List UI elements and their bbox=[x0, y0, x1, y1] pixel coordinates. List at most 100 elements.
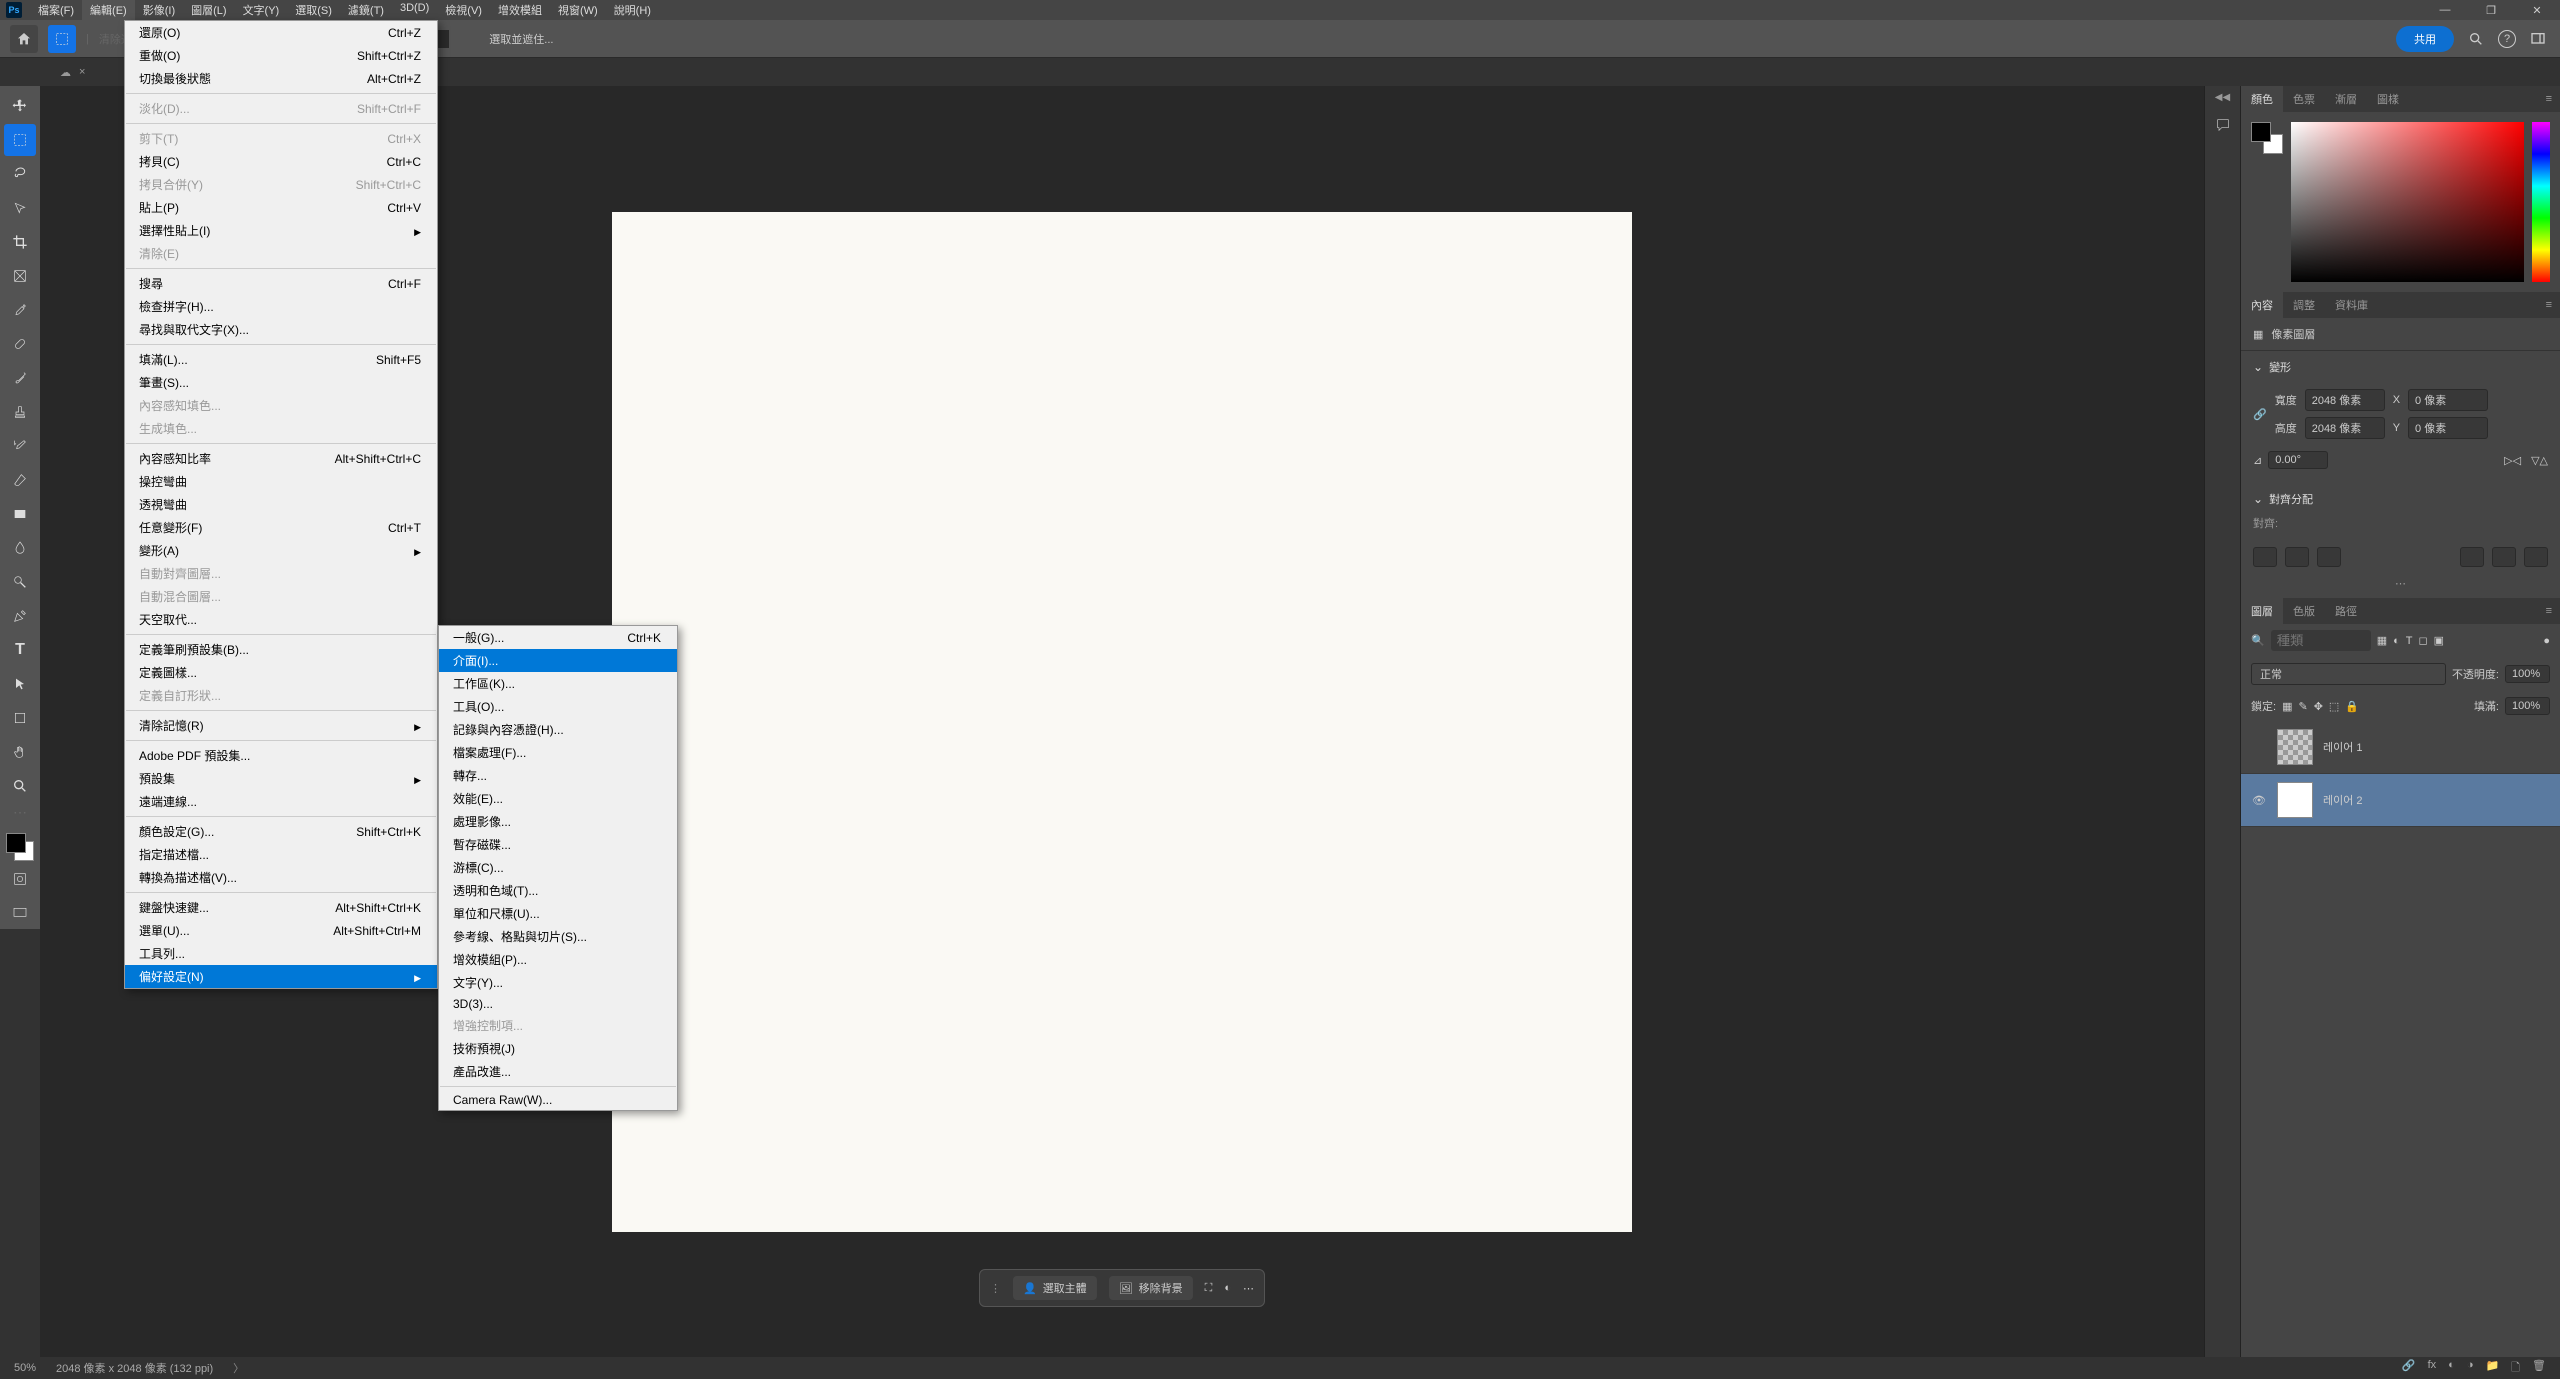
menu-item[interactable]: 偏好設定(N) bbox=[125, 965, 437, 988]
lock-position-icon[interactable]: ✥ bbox=[2314, 700, 2323, 713]
lock-pixels-icon[interactable]: ✎ bbox=[2298, 700, 2307, 713]
menu-item[interactable]: 選擇性貼上(I) bbox=[125, 219, 437, 242]
tab-adjustments[interactable]: 調整 bbox=[2283, 292, 2325, 318]
layer-name[interactable]: 레이어 1 bbox=[2323, 739, 2363, 755]
lock-transparency-icon[interactable]: ▦ bbox=[2282, 700, 2292, 713]
stamp-tool[interactable] bbox=[4, 396, 36, 428]
menu-item[interactable]: 顏色設定(G)...Shift+Ctrl+K bbox=[125, 820, 437, 843]
workspace-icon[interactable] bbox=[2526, 27, 2550, 51]
transform-icon[interactable]: ⛶ bbox=[1205, 1282, 1213, 1295]
tab-paths[interactable]: 路徑 bbox=[2325, 598, 2367, 624]
menu-item[interactable]: 技術預視(J) bbox=[439, 1037, 677, 1060]
fill-value[interactable]: 100% bbox=[2505, 697, 2550, 715]
menu-item[interactable]: 清除記憶(R) bbox=[125, 714, 437, 737]
layer-group-icon[interactable]: 📁 bbox=[2485, 1359, 2499, 1378]
crop-tool[interactable] bbox=[4, 226, 36, 258]
menu-item[interactable]: 內容感知比率Alt+Shift+Ctrl+C bbox=[125, 447, 437, 470]
menu-item[interactable]: 定義筆刷預設集(B)... bbox=[125, 638, 437, 661]
transform-header[interactable]: 變形 bbox=[2253, 359, 2548, 375]
menu-item[interactable]: 介面(I)... bbox=[439, 649, 677, 672]
blur-tool[interactable] bbox=[4, 532, 36, 564]
layer-fx-icon[interactable]: fx bbox=[2428, 1359, 2437, 1378]
help-icon[interactable]: ? bbox=[2498, 30, 2516, 48]
menu-item[interactable]: 效能(E)... bbox=[439, 787, 677, 810]
link-icon[interactable]: 🔗 bbox=[2253, 408, 2267, 421]
menu-item[interactable]: 任意變形(F)Ctrl+T bbox=[125, 516, 437, 539]
close-button[interactable]: ✕ bbox=[2514, 0, 2560, 20]
marquee-tool[interactable] bbox=[4, 124, 36, 156]
color-swatches[interactable] bbox=[6, 833, 34, 861]
menu-item[interactable]: 單位和尺標(U)... bbox=[439, 902, 677, 925]
menu-item[interactable]: 處理影像... bbox=[439, 810, 677, 833]
screenmode-toggle[interactable] bbox=[4, 897, 36, 929]
filter-type-icon[interactable]: T bbox=[2406, 635, 2413, 647]
menu-item[interactable]: 拷貝(C)Ctrl+C bbox=[125, 150, 437, 173]
layer-row[interactable]: 👁 레이어 2 bbox=[2241, 774, 2560, 827]
menu-item[interactable]: 填滿(L)...Shift+F5 bbox=[125, 348, 437, 371]
panel-menu-icon[interactable]: ≡ bbox=[2538, 299, 2560, 311]
menu-item[interactable]: 產品改進... bbox=[439, 1060, 677, 1083]
menu-item[interactable]: 指定描述檔... bbox=[125, 843, 437, 866]
menu-item[interactable]: 轉換為描述檔(V)... bbox=[125, 866, 437, 889]
menu-item[interactable]: 透明和色域(T)... bbox=[439, 879, 677, 902]
flip-horizontal-icon[interactable]: ▷◁ bbox=[2504, 454, 2521, 467]
angle-value[interactable]: 0.00° bbox=[2268, 451, 2328, 469]
menu-item[interactable]: 記錄與內容憑證(H)... bbox=[439, 718, 677, 741]
menu-影像[interactable]: 影像(I) bbox=[135, 0, 183, 21]
history-brush-tool[interactable] bbox=[4, 430, 36, 462]
menu-增效模組[interactable]: 增效模組 bbox=[490, 0, 550, 21]
height-value[interactable]: 2048 像素 bbox=[2305, 417, 2385, 439]
layer-mask-icon[interactable]: ◐ bbox=[2448, 1359, 2455, 1378]
panel-menu-icon[interactable]: ≡ bbox=[2538, 93, 2560, 105]
new-layer-icon[interactable]: 🗋 bbox=[2511, 1359, 2520, 1378]
select-and-mask-button[interactable]: 選取並遮住... bbox=[489, 31, 553, 47]
menu-item[interactable]: 檔案處理(F)... bbox=[439, 741, 677, 764]
minimize-button[interactable]: — bbox=[2422, 0, 2468, 20]
healing-tool[interactable] bbox=[4, 328, 36, 360]
menu-item[interactable]: 暫存磁碟... bbox=[439, 833, 677, 856]
layer-name[interactable]: 레이어 2 bbox=[2323, 792, 2363, 808]
align-top[interactable] bbox=[2460, 547, 2484, 567]
align-header[interactable]: 對齊分配 bbox=[2253, 491, 2548, 507]
layer-thumbnail[interactable] bbox=[2277, 782, 2313, 818]
tab-color[interactable]: 顏色 bbox=[2241, 86, 2283, 112]
layer-kind-filter[interactable] bbox=[2271, 630, 2371, 651]
align-left[interactable] bbox=[2253, 547, 2277, 567]
color-picker-swatches[interactable] bbox=[2251, 122, 2283, 154]
menu-item[interactable]: 尋找與取代文字(X)... bbox=[125, 318, 437, 341]
quickmask-toggle[interactable] bbox=[4, 863, 36, 895]
search-icon[interactable]: 🔍 bbox=[2251, 634, 2265, 647]
filter-toggle[interactable]: ● bbox=[2543, 635, 2550, 647]
menu-item[interactable]: 3D(3)... bbox=[439, 994, 677, 1014]
menu-選取[interactable]: 選取(S) bbox=[287, 0, 340, 21]
menu-item[interactable]: 一般(G)...Ctrl+K bbox=[439, 626, 677, 649]
menu-item[interactable]: 貼上(P)Ctrl+V bbox=[125, 196, 437, 219]
delete-layer-icon[interactable]: 🗑 bbox=[2532, 1359, 2546, 1378]
menu-item[interactable]: 定義圖樣... bbox=[125, 661, 437, 684]
tab-layers[interactable]: 圖層 bbox=[2241, 598, 2283, 624]
menu-檢視[interactable]: 檢視(V) bbox=[437, 0, 490, 21]
menu-編輯[interactable]: 編輯(E) bbox=[82, 0, 135, 21]
layer-thumbnail[interactable] bbox=[2277, 729, 2313, 765]
zoom-tool[interactable] bbox=[4, 770, 36, 802]
menu-item[interactable]: 游標(C)... bbox=[439, 856, 677, 879]
menu-item[interactable]: Camera Raw(W)... bbox=[439, 1090, 677, 1110]
frame-tool[interactable] bbox=[4, 260, 36, 292]
menu-item[interactable]: 鍵盤快速鍵...Alt+Shift+Ctrl+K bbox=[125, 896, 437, 919]
menu-item[interactable]: 變形(A) bbox=[125, 539, 437, 562]
tab-gradients[interactable]: 漸層 bbox=[2325, 86, 2367, 112]
filter-adjustment-icon[interactable]: ◐ bbox=[2393, 635, 2400, 647]
menu-item[interactable]: 工具列... bbox=[125, 942, 437, 965]
menu-item[interactable]: 操控彎曲 bbox=[125, 470, 437, 493]
menu-item[interactable]: 透視彎曲 bbox=[125, 493, 437, 516]
x-value[interactable]: 0 像素 bbox=[2408, 389, 2488, 411]
expand-icon[interactable]: ◀◀ bbox=[2215, 92, 2230, 103]
path-select-tool[interactable] bbox=[4, 668, 36, 700]
maximize-button[interactable]: ❐ bbox=[2468, 0, 2514, 20]
menu-item[interactable]: 預設集 bbox=[125, 767, 437, 790]
lasso-tool[interactable] bbox=[4, 158, 36, 190]
menu-item[interactable]: 參考線、格點與切片(S)... bbox=[439, 925, 677, 948]
gradient-tool[interactable] bbox=[4, 498, 36, 530]
y-value[interactable]: 0 像素 bbox=[2408, 417, 2488, 439]
menu-視窗[interactable]: 視窗(W) bbox=[550, 0, 606, 21]
